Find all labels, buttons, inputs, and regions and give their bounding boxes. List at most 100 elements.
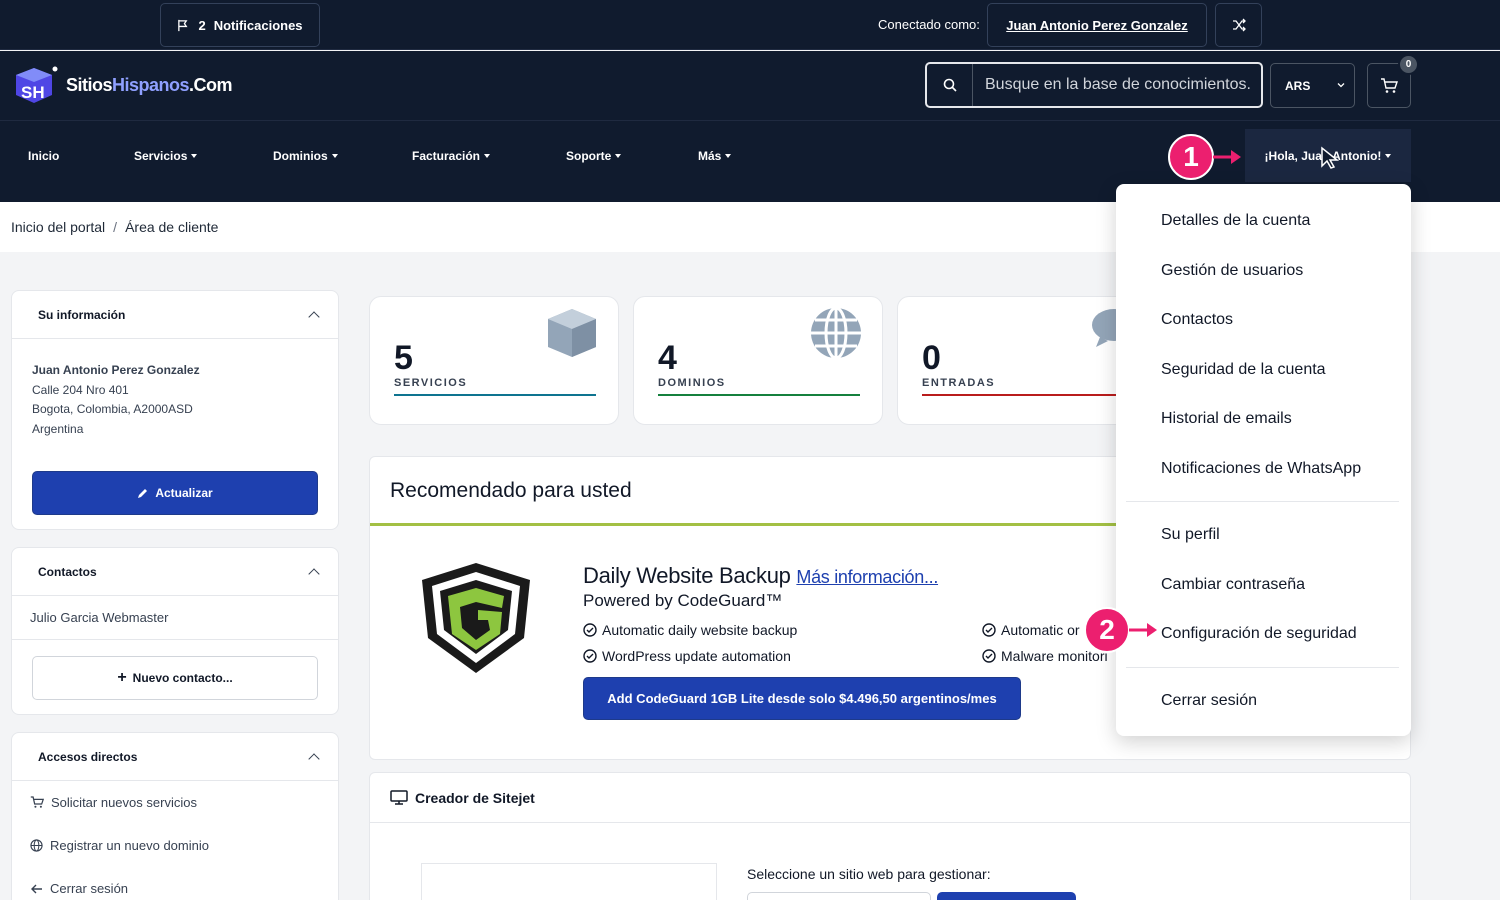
nav-facturacion[interactable]: Facturación <box>412 149 491 163</box>
menu-divider <box>1126 667 1399 668</box>
logged-user-link[interactable]: Juan Antonio Perez Gonzalez <box>987 3 1207 47</box>
menu-security-settings[interactable]: Configuración de seguridad <box>1161 625 1357 643</box>
currency-select[interactable]: ARS <box>1270 63 1355 108</box>
step-1-marker: 1 <box>1168 134 1214 180</box>
contacts-card: Contactos Julio Garcia Webmaster + Nuevo… <box>11 547 339 715</box>
menu-account-security[interactable]: Seguridad de la cuenta <box>1161 361 1326 379</box>
step-2-arrow-icon <box>1129 623 1157 637</box>
client-address: Calle 204 Nro 401 <box>32 382 129 397</box>
check-circle-icon <box>583 649 597 663</box>
update-button[interactable]: Actualizar <box>32 471 318 515</box>
header: SH SitiosHispanos.Com Busque en la base … <box>0 51 1500 121</box>
menu-email-history[interactable]: Historial de emails <box>1161 410 1292 428</box>
nav-servicios[interactable]: Servicios <box>134 149 198 163</box>
stat-tile-domains[interactable]: 4 DOMINIOS <box>633 296 883 425</box>
stat-value: 0 <box>922 339 941 377</box>
contact-item[interactable]: Julio Garcia Webmaster <box>12 596 338 640</box>
client-city: Bogota, Colombia, A2000ASD <box>32 402 193 416</box>
breadcrumb-separator: / <box>113 219 118 235</box>
search-input[interactable]: Busque en la base de conocimientos. <box>973 64 1261 106</box>
search-icon[interactable] <box>927 64 973 106</box>
mouse-cursor-icon <box>1321 146 1340 169</box>
menu-contacts[interactable]: Contactos <box>1161 311 1233 329</box>
notifications-label: Notificaciones <box>213 17 303 33</box>
arrow-left-icon <box>31 884 42 893</box>
add-codeguard-button[interactable]: Add CodeGuard 1GB Lite desde solo $4.496… <box>583 677 1021 720</box>
info-card: Su información Juan Antonio Perez Gonzal… <box>11 290 339 530</box>
feature-item: Malware monitori <box>982 648 1108 664</box>
menu-profile[interactable]: Su perfil <box>1161 526 1220 544</box>
feature-item: Automatic daily website backup <box>583 622 797 638</box>
pencil-icon <box>138 489 148 498</box>
recommended-title: Recomendado para usted <box>390 479 632 502</box>
stat-underline <box>394 394 596 396</box>
stat-underline <box>922 394 1124 396</box>
new-contact-button[interactable]: + Nuevo contacto... <box>32 656 318 700</box>
stat-value: 4 <box>658 339 677 377</box>
feature-item: Automatic or <box>982 622 1080 638</box>
step-2-marker: 2 <box>1084 607 1130 653</box>
caret-down-icon <box>615 154 622 158</box>
flag-icon <box>178 19 188 31</box>
caret-down-icon <box>191 154 198 158</box>
notifications-button[interactable]: 2 Notificaciones <box>160 3 320 47</box>
site-select-label: Seleccione un sitio web para gestionar: <box>747 866 991 882</box>
nav-mas[interactable]: Más <box>698 149 732 163</box>
cube-icon <box>548 309 596 357</box>
shuffle-icon <box>1232 18 1246 32</box>
codeguard-logo <box>422 563 530 673</box>
menu-whatsapp-notifications[interactable]: Notificaciones de WhatsApp <box>1161 460 1361 478</box>
stat-underline <box>658 394 860 396</box>
check-circle-icon <box>982 649 996 663</box>
stat-label: SERVICIOS <box>394 377 468 389</box>
contacts-card-header[interactable]: Contactos <box>12 548 338 596</box>
caret-down-icon <box>725 154 732 158</box>
step-1-arrow-icon <box>1213 150 1241 164</box>
manage-site-button[interactable] <box>937 892 1076 900</box>
switch-account-button[interactable] <box>1215 3 1262 47</box>
desktop-icon <box>390 790 408 805</box>
logo[interactable]: SH SitiosHispanos.Com <box>12 65 233 105</box>
feature-item: WordPress update automation <box>583 648 791 664</box>
shortcut-register-domain[interactable]: Registrar un nuevo dominio <box>30 838 209 853</box>
chevron-up-icon <box>308 752 320 765</box>
more-info-link[interactable]: Más información... <box>796 567 938 587</box>
chevron-down-icon <box>1337 83 1345 88</box>
info-card-header[interactable]: Su información <box>12 291 338 339</box>
caret-down-icon <box>331 154 338 158</box>
notifications-count: 2 <box>198 17 206 33</box>
logo-text: SitiosHispanos.Com <box>66 74 233 95</box>
menu-user-management[interactable]: Gestión de usuarios <box>1161 262 1303 280</box>
chevron-up-icon <box>308 567 320 580</box>
svg-text:SH: SH <box>21 83 45 102</box>
breadcrumb-current: Área de cliente <box>125 219 219 235</box>
stat-tile-tickets[interactable]: 0 ENTRADAS <box>897 296 1152 425</box>
check-circle-icon <box>982 623 996 637</box>
logo-cube-icon: SH <box>16 66 58 103</box>
nav-soporte[interactable]: Soporte <box>566 149 622 163</box>
top-bar: 2 Notificaciones Conectado como: Juan An… <box>0 0 1500 50</box>
shortcut-logout[interactable]: Cerrar sesión <box>30 881 128 896</box>
caret-down-icon <box>1385 153 1392 158</box>
globe-icon <box>811 306 861 360</box>
info-card-body: Juan Antonio Perez Gonzalez Calle 204 Nr… <box>12 339 338 439</box>
account-dropdown-menu: Detalles de la cuenta Gestión de usuario… <box>1116 184 1411 736</box>
knowledgebase-search[interactable]: Busque en la base de conocimientos. <box>925 62 1263 108</box>
shortcuts-card-header[interactable]: Accesos directos <box>12 733 338 781</box>
nav-dominios[interactable]: Dominios <box>273 149 338 163</box>
site-preview <box>421 863 717 900</box>
site-select[interactable] <box>747 892 931 900</box>
stat-label: ENTRADAS <box>922 377 996 389</box>
sitejet-header: Creador de Sitejet <box>370 773 1410 823</box>
breadcrumb-home[interactable]: Inicio del portal <box>11 219 105 235</box>
shortcut-order-services[interactable]: Solicitar nuevos servicios <box>30 795 197 810</box>
plus-icon: + <box>117 669 127 686</box>
menu-account-details[interactable]: Detalles de la cuenta <box>1161 212 1310 230</box>
nav-inicio[interactable]: Inicio <box>28 149 59 163</box>
product-subtitle: Powered by CodeGuard™ <box>583 591 783 610</box>
stat-tile-services[interactable]: 5 SERVICIOS <box>369 296 619 425</box>
menu-change-password[interactable]: Cambiar contraseña <box>1161 576 1305 594</box>
logged-in-label: Conectado como: <box>878 17 980 32</box>
client-name: Juan Antonio Perez Gonzalez <box>32 363 200 377</box>
menu-logout[interactable]: Cerrar sesión <box>1161 692 1257 710</box>
